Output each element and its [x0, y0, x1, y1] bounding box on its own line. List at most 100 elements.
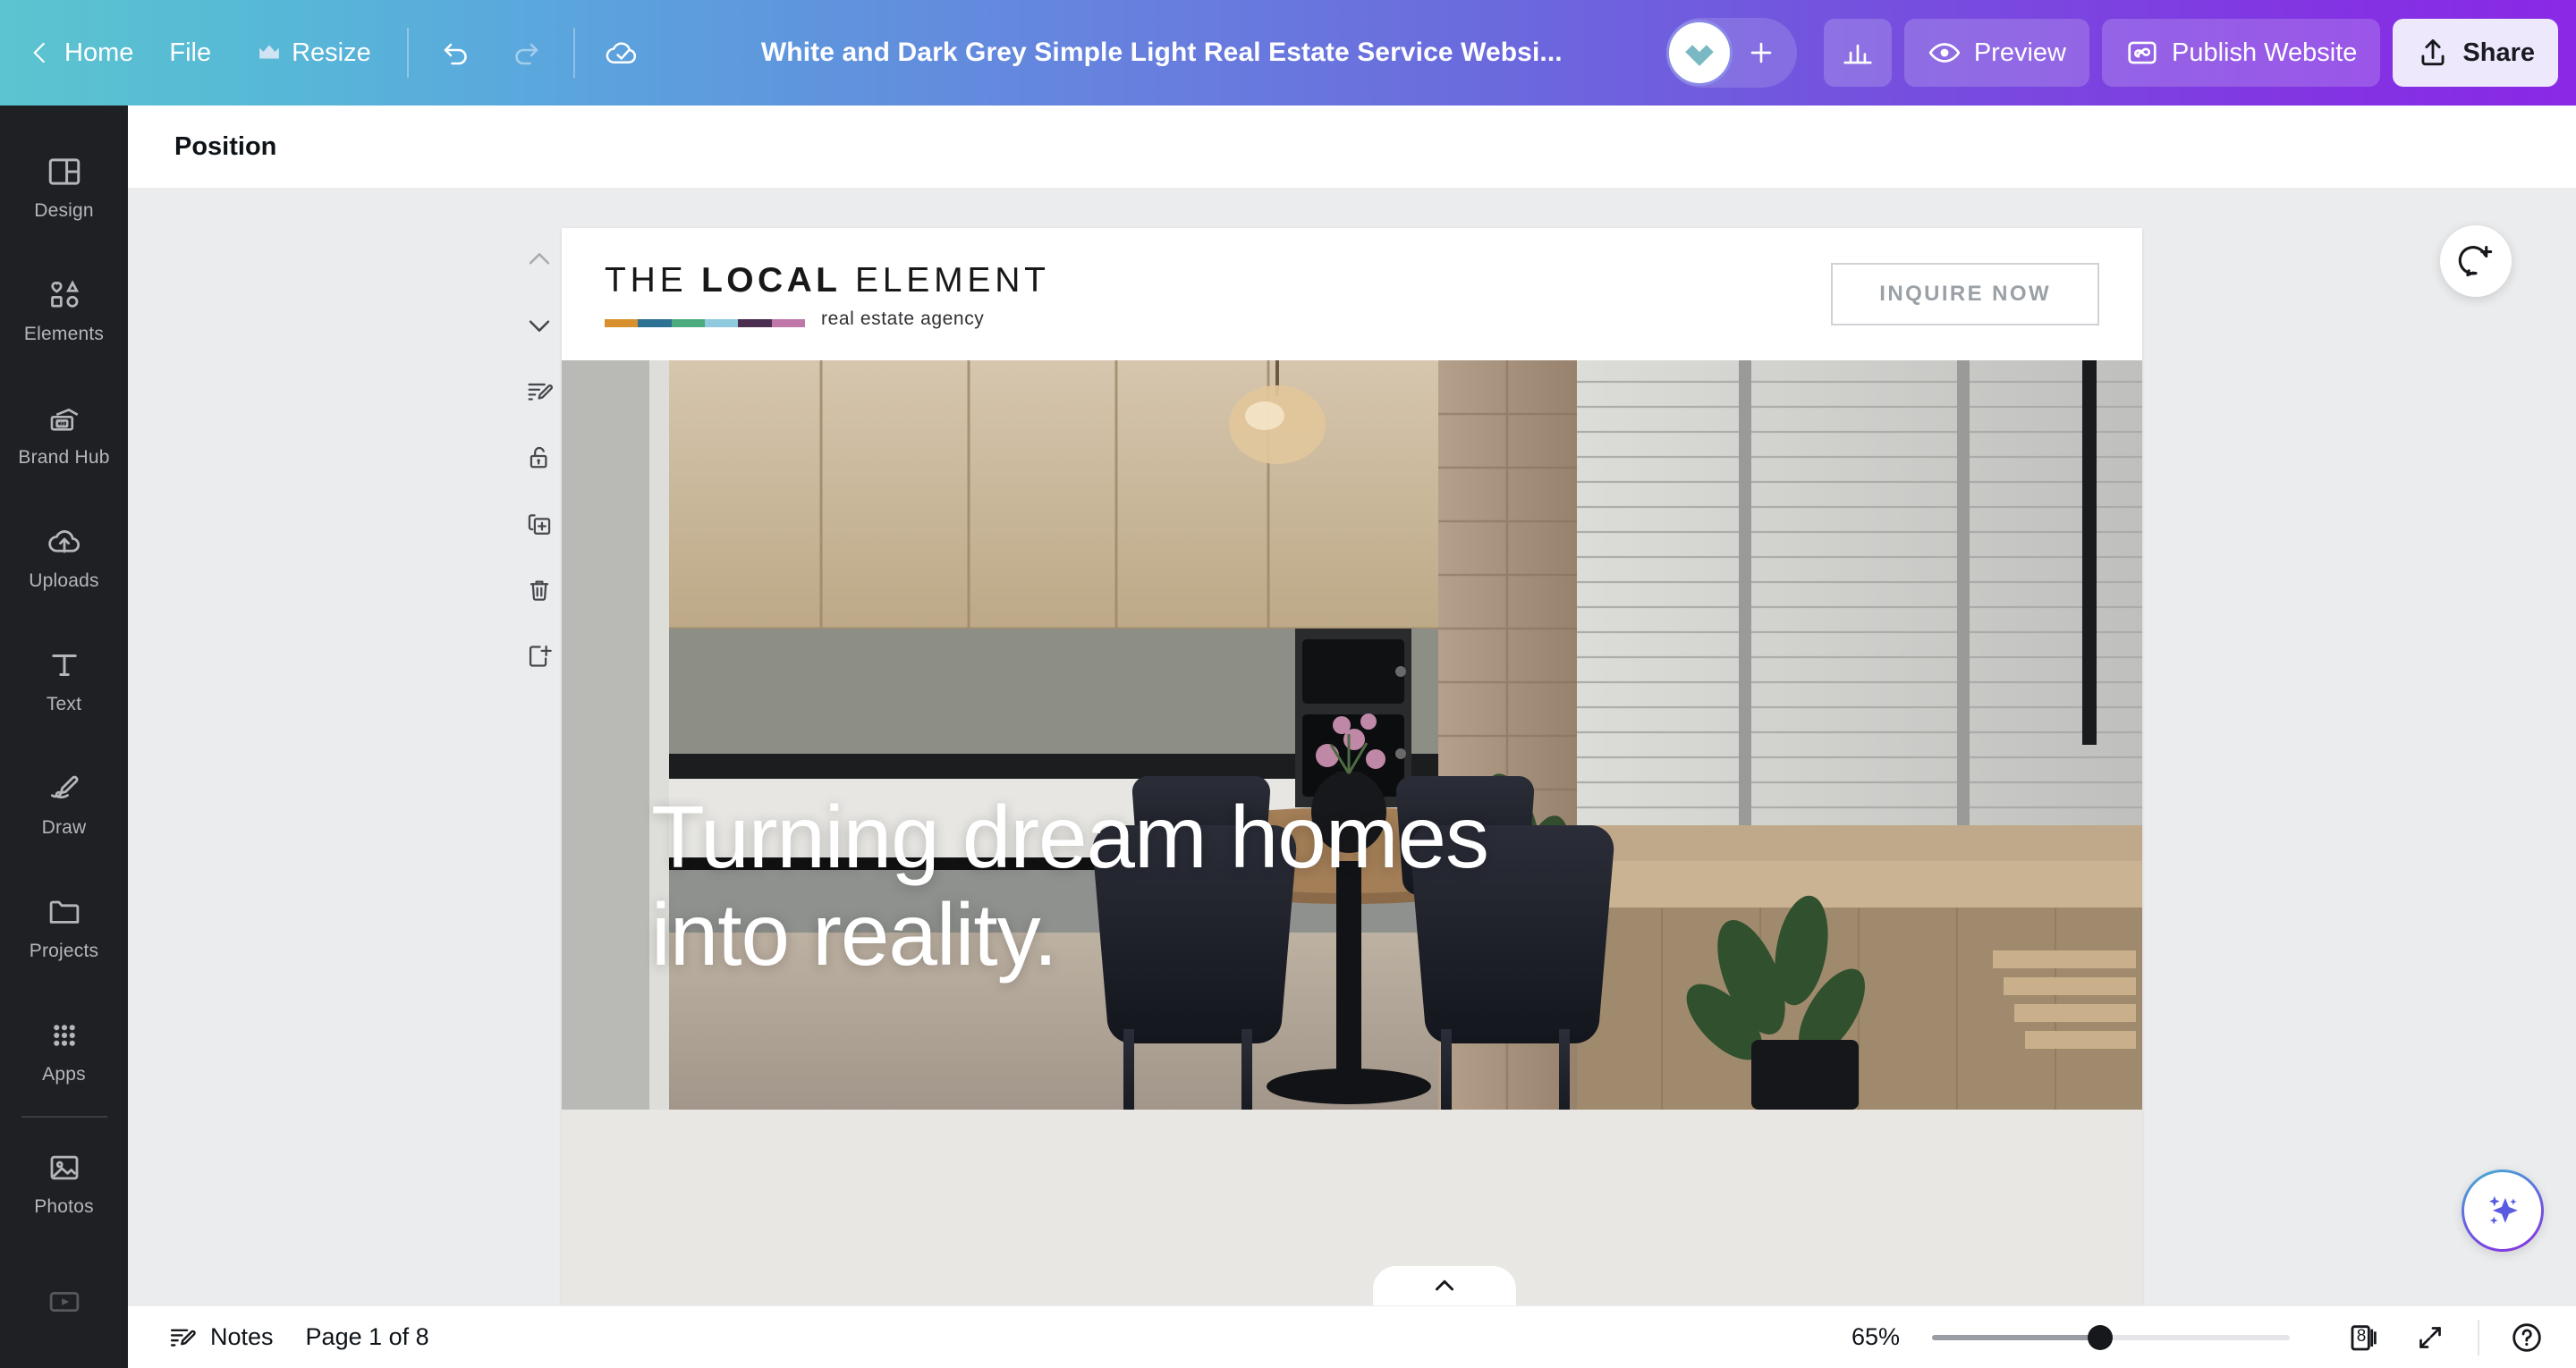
publish-website-button[interactable]: Publish Website — [2101, 19, 2381, 87]
layout-panel-icon — [46, 153, 83, 190]
bar-chart-icon — [1841, 36, 1875, 70]
lock-open-icon — [524, 443, 555, 473]
sidebar-item-label: Apps — [42, 1063, 86, 1085]
back-button[interactable]: Home — [4, 21, 142, 85]
left-sidebar: Design Elements co. Brand Hub Uploads Te… — [0, 106, 128, 1368]
logo-tagline: real estate agency — [821, 308, 985, 329]
page-notes-button[interactable] — [511, 363, 568, 420]
page-indicator-label: Page 1 of 8 — [305, 1323, 429, 1350]
brand-color-swatch-1 — [638, 319, 672, 327]
page-indicator-button[interactable]: Page 1 of 8 — [290, 1313, 445, 1362]
crown-icon — [258, 43, 281, 63]
sidebar-item-design[interactable]: Design — [6, 125, 123, 249]
sidebar-item-label: Text — [46, 693, 82, 714]
move-page-down-button[interactable] — [511, 297, 568, 354]
sidebar-item-videos[interactable] — [6, 1245, 123, 1368]
sidebar-item-draw[interactable]: Draw — [6, 742, 123, 866]
sidebar-item-label: Elements — [23, 323, 105, 344]
preview-label: Preview — [1973, 38, 2066, 67]
share-label: Share — [2462, 38, 2535, 67]
notes-pencil-icon — [524, 376, 555, 407]
logo-the: THE — [605, 261, 702, 300]
video-icon — [46, 1283, 83, 1321]
add-collaborator-button[interactable] — [1733, 20, 1790, 86]
header-divider-2 — [572, 28, 575, 78]
share-button[interactable]: Share — [2393, 19, 2558, 87]
chevron-up-icon — [524, 244, 555, 274]
insights-button[interactable] — [1823, 19, 1892, 87]
help-button[interactable] — [2501, 1312, 2553, 1364]
hero-section: Turning dream homes into reality. — [562, 360, 2142, 1110]
lock-page-button[interactable] — [511, 429, 568, 486]
delete-page-button[interactable] — [511, 562, 568, 619]
header-right-group: Preview Publish Website Share — [1665, 0, 2576, 106]
sidebar-item-photos[interactable]: Photos — [6, 1121, 123, 1245]
collapse-panel-button[interactable] — [1373, 1266, 1516, 1305]
page-grid-button[interactable]: 8 — [2338, 1312, 2390, 1364]
sidebar-item-apps[interactable]: Apps — [6, 989, 123, 1112]
notes-pencil-icon — [167, 1322, 198, 1353]
position-button[interactable]: Position — [160, 123, 291, 171]
logo-local: LOCAL — [701, 261, 842, 300]
zoom-percent-label[interactable]: 65% — [1852, 1323, 1900, 1351]
duplicate-page-button[interactable] — [511, 495, 568, 553]
inquire-now-button[interactable]: INQUIRE NOW — [1831, 263, 2099, 325]
brand-color-bar — [605, 319, 805, 327]
cloud-saved-button[interactable] — [591, 21, 654, 84]
undo-button[interactable] — [425, 21, 487, 84]
zoom-slider-handle[interactable] — [2088, 1324, 2113, 1350]
add-comment-button[interactable] — [2440, 225, 2512, 297]
brand-color-swatch-0 — [605, 319, 639, 327]
sidebar-item-uploads[interactable]: Uploads — [6, 495, 123, 619]
bottom-divider — [2478, 1319, 2479, 1355]
share-upload-icon — [2416, 36, 2450, 70]
chevron-up-icon — [1431, 1275, 1458, 1295]
page-lower-section — [562, 1110, 2142, 1305]
avatar[interactable] — [1665, 20, 1733, 86]
canvas-area[interactable]: THE LOCAL ELEMENT real estate agency INQ… — [128, 188, 2576, 1305]
redo-button[interactable] — [495, 21, 557, 84]
collaborators-group — [1665, 18, 1797, 88]
text-t-icon — [46, 646, 83, 684]
publish-label: Publish Website — [2171, 38, 2358, 67]
hero-headline: Turning dream homes into reality. — [651, 787, 1489, 984]
expand-icon — [2414, 1322, 2446, 1354]
logo-element: ELEMENT — [841, 261, 1050, 300]
chevron-left-icon — [27, 39, 54, 66]
resize-button[interactable]: Resize — [238, 21, 391, 85]
header-left-group: Home File Resize — [0, 0, 657, 106]
zoom-slider[interactable] — [1932, 1324, 2290, 1350]
brand-color-swatch-3 — [704, 319, 739, 327]
move-page-up-button[interactable] — [511, 231, 568, 288]
site-logo: THE LOCAL ELEMENT real estate agency — [605, 261, 1050, 329]
hero-photo — [562, 360, 2142, 1110]
top-header: Home File Resize White and Dark Grey Sim… — [0, 0, 2576, 106]
magic-studio-button[interactable] — [2462, 1170, 2544, 1252]
logo-wordmark: THE LOCAL ELEMENT — [605, 261, 1050, 300]
cloud-upload-icon — [46, 523, 83, 561]
brand-color-swatch-4 — [738, 319, 772, 327]
duplicate-icon — [524, 509, 555, 539]
sidebar-item-text[interactable]: Text — [6, 619, 123, 742]
fullscreen-button[interactable] — [2404, 1312, 2456, 1364]
sidebar-item-label: Photos — [34, 1195, 94, 1217]
sidebar-item-brand-hub[interactable]: co. Brand Hub — [6, 372, 123, 495]
preview-button[interactable]: Preview — [1903, 19, 2089, 87]
add-page-button[interactable] — [511, 628, 568, 685]
trash-icon — [524, 575, 555, 605]
notes-label: Notes — [210, 1323, 274, 1350]
sidebar-item-projects[interactable]: Projects — [6, 866, 123, 989]
magic-sparkle-icon — [2480, 1188, 2525, 1233]
add-page-icon — [524, 641, 555, 671]
notes-button[interactable]: Notes — [151, 1313, 290, 1362]
undo-icon — [440, 37, 472, 69]
sidebar-item-elements[interactable]: Elements — [6, 249, 123, 372]
document-title[interactable]: White and Dark Grey Simple Light Real Es… — [657, 38, 1666, 68]
file-menu-button[interactable]: File — [149, 21, 231, 85]
site-header: THE LOCAL ELEMENT real estate agency INQ… — [562, 228, 2142, 360]
bottom-status-bar: Notes Page 1 of 8 65% 8 — [128, 1305, 2576, 1368]
design-page[interactable]: THE LOCAL ELEMENT real estate agency INQ… — [562, 228, 2142, 1305]
shapes-icon — [46, 276, 83, 314]
zoom-slider-fill — [1932, 1334, 2100, 1340]
image-icon — [46, 1149, 83, 1186]
